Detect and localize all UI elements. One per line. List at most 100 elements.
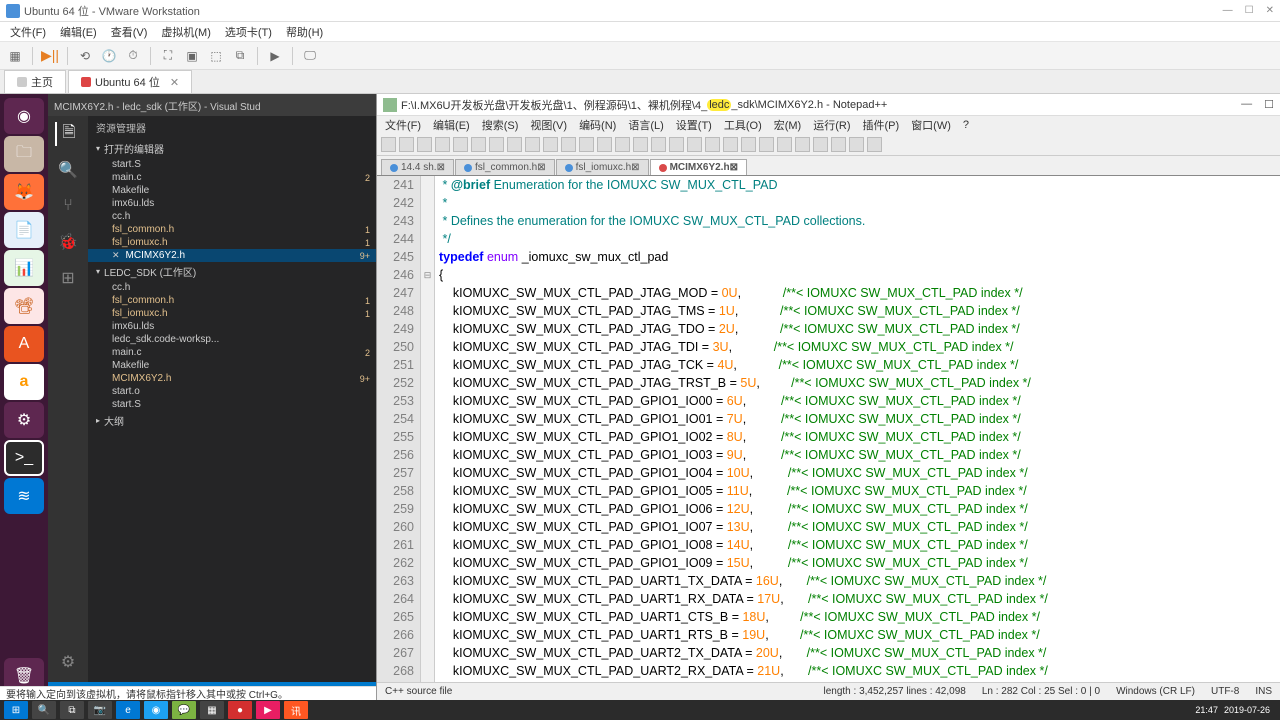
open-editor-item[interactable]: main.c2 [88, 171, 376, 184]
maximize-icon[interactable]: ☐ [1245, 5, 1254, 16]
debug-icon[interactable]: 🐞 [56, 230, 80, 254]
app5-icon[interactable]: 讯 [284, 701, 308, 719]
tab-ubuntu[interactable]: Ubuntu 64 位✕ [68, 70, 192, 93]
workspace-file-item[interactable]: Makefile [88, 359, 376, 372]
npp-menu-item[interactable]: 搜索(S) [478, 116, 523, 134]
open-editor-item[interactable]: fsl_iomuxc.h1 [88, 236, 376, 249]
npp-minimize-icon[interactable]: — [1241, 98, 1252, 111]
npp-menu-item[interactable]: 视图(V) [526, 116, 571, 134]
settings-icon[interactable]: ⚙ [4, 402, 44, 438]
calc-icon[interactable]: 📊 [4, 250, 44, 286]
start-button[interactable]: ⊞ [4, 701, 28, 719]
vmware-menu-item[interactable]: 虚拟机(M) [155, 22, 217, 42]
workspace-file-item[interactable]: imx6u.lds [88, 320, 376, 333]
npp-toolbar-button[interactable] [795, 137, 810, 152]
close-icon[interactable]: ✕ [1266, 5, 1274, 16]
vmware-menu-item[interactable]: 查看(V) [105, 22, 154, 42]
store-icon[interactable]: A [4, 326, 44, 362]
workspace-file-item[interactable]: fsl_iomuxc.h1 [88, 307, 376, 320]
vscode-icon[interactable]: ≋ [4, 478, 44, 514]
library-icon[interactable]: ▦ [6, 47, 24, 65]
gear-icon[interactable]: ⚙ [56, 650, 80, 674]
npp-toolbar-button[interactable] [723, 137, 738, 152]
npp-tab[interactable]: fsl_common.h⊠ [455, 159, 555, 175]
workspace-file-item[interactable]: fsl_common.h1 [88, 294, 376, 307]
workspace-file-item[interactable]: main.c2 [88, 346, 376, 359]
npp-toolbar-button[interactable] [579, 137, 594, 152]
search-icon[interactable]: 🔍 [56, 158, 80, 182]
npp-tab[interactable]: MCIMX6Y2.h⊠ [650, 159, 747, 175]
workspace-file-item[interactable]: start.o [88, 385, 376, 398]
screen-icon[interactable]: ⬚ [207, 47, 225, 65]
npp-menu-item[interactable]: 宏(M) [770, 116, 806, 134]
npp-menu-item[interactable]: 窗口(W) [907, 116, 955, 134]
npp-menu-item[interactable]: 编码(N) [575, 116, 620, 134]
open-editor-item[interactable]: cc.h [88, 210, 376, 223]
npp-menu-item[interactable]: 文件(F) [381, 116, 425, 134]
npp-toolbar-button[interactable] [741, 137, 756, 152]
npp-toolbar-button[interactable] [615, 137, 630, 152]
open-editor-item[interactable]: Makefile [88, 184, 376, 197]
impress-icon[interactable]: 📽 [4, 288, 44, 324]
writer-icon[interactable]: 📄 [4, 212, 44, 248]
app2-icon[interactable]: ▦ [200, 701, 224, 719]
camera-icon[interactable]: 📷 [88, 701, 112, 719]
npp-menu-item[interactable]: 工具(O) [720, 116, 766, 134]
npp-toolbar-button[interactable] [435, 137, 450, 152]
clock-icon[interactable]: 🕐 [100, 47, 118, 65]
open-editor-item[interactable]: fsl_common.h1 [88, 223, 376, 236]
workspace-file-item[interactable]: ledc_sdk.code-worksp... [88, 333, 376, 346]
firefox-icon[interactable]: 🦊 [4, 174, 44, 210]
npp-menu-item[interactable]: 语言(L) [624, 116, 667, 134]
explorer-icon[interactable]: 🗎 [55, 122, 79, 146]
npp-tab[interactable]: 14.4 sh.⊠ [381, 159, 454, 175]
npp-toolbar-button[interactable] [417, 137, 432, 152]
npp-toolbar-button[interactable] [687, 137, 702, 152]
npp-toolbar-button[interactable] [489, 137, 504, 152]
app-icon[interactable]: ◉ [144, 701, 168, 719]
npp-toolbar-button[interactable] [525, 137, 540, 152]
npp-toolbar-button[interactable] [507, 137, 522, 152]
search-button[interactable]: 🔍 [32, 701, 56, 719]
vmware-menu-item[interactable]: 选项卡(T) [219, 22, 278, 42]
vmware-menu-item[interactable]: 帮助(H) [280, 22, 329, 42]
open-editors-section[interactable]: ▾ 打开的编辑器打开的编辑器 [88, 139, 376, 158]
tool1-icon[interactable]: ▶ [266, 47, 284, 65]
npp-menu-item[interactable]: ? [959, 118, 973, 132]
taskview-button[interactable]: ⧉ [60, 701, 84, 719]
npp-toolbar-button[interactable] [705, 137, 720, 152]
unity-icon[interactable]: ▣ [183, 47, 201, 65]
npp-toolbar-button[interactable] [831, 137, 846, 152]
npp-toolbar-button[interactable] [543, 137, 558, 152]
npp-menu-item[interactable]: 编辑(E) [429, 116, 474, 134]
npp-toolbar-button[interactable] [849, 137, 864, 152]
npp-toolbar-button[interactable] [651, 137, 666, 152]
workspace-section[interactable]: LEDC_SDK (工作区) [88, 262, 376, 281]
vmware-menu-item[interactable]: 编辑(E) [54, 22, 103, 42]
npp-toolbar-button[interactable] [381, 137, 396, 152]
files-icon[interactable]: 🗀 [4, 136, 44, 172]
code-content[interactable]: * @brief Enumeration for the IOMUXC SW_M… [435, 176, 1280, 682]
npp-toolbar-button[interactable] [669, 137, 684, 152]
npp-editor[interactable]: 2412422432442452462472482492502512522532… [377, 176, 1280, 682]
npp-tab[interactable]: fsl_iomuxc.h⊠ [556, 159, 649, 175]
workspace-file-item[interactable]: cc.h [88, 281, 376, 294]
git-icon[interactable]: ⑂ [56, 194, 80, 218]
npp-toolbar-button[interactable] [867, 137, 882, 152]
open-editor-item[interactable]: ✕MCIMX6Y2.h9+ [88, 249, 376, 262]
workspace-file-item[interactable]: start.S [88, 398, 376, 411]
workspace-file-item[interactable]: MCIMX6Y2.h9+ [88, 372, 376, 385]
npp-menu-item[interactable]: 插件(P) [859, 116, 904, 134]
terminal-icon[interactable]: >_ [4, 440, 44, 476]
npp-menu-item[interactable]: 运行(R) [809, 116, 854, 134]
npp-maximize-icon[interactable]: ☐ [1264, 98, 1274, 111]
snapshot-icon[interactable]: ⟲ [76, 47, 94, 65]
npp-toolbar-button[interactable] [399, 137, 414, 152]
snapshot-mgr-icon[interactable]: ⏱ [124, 47, 142, 65]
app3-icon[interactable]: ● [228, 701, 252, 719]
open-editor-item[interactable]: start.S [88, 158, 376, 171]
tab-home[interactable]: 主页 [4, 70, 66, 93]
npp-toolbar-button[interactable] [777, 137, 792, 152]
app4-icon[interactable]: ▶ [256, 701, 280, 719]
npp-toolbar-button[interactable] [453, 137, 468, 152]
